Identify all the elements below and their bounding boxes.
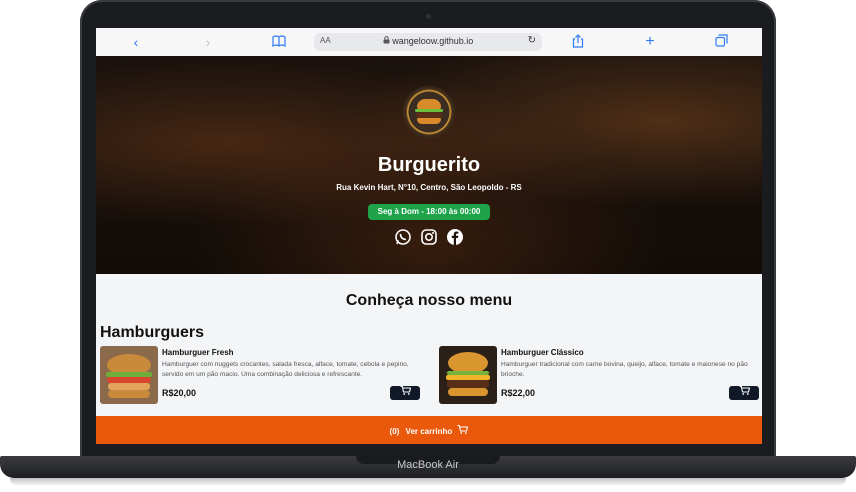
cart-icon xyxy=(739,385,750,395)
item-description: Hamburguer tradicional com carne bovina,… xyxy=(501,361,748,378)
item-name: Hamburguer Clássico xyxy=(501,348,584,357)
bookmarks-icon[interactable] xyxy=(271,34,287,50)
restaurant-name: Burguerito xyxy=(377,154,481,176)
restaurant-address: Rua Kevin Hart, N°10, Centro, São Leopol… xyxy=(336,183,522,192)
address-bar[interactable]: AA wangeloow.github.io ↻ xyxy=(314,33,542,51)
back-icon[interactable]: ‹ xyxy=(128,34,144,50)
category-title: Hamburguers xyxy=(100,324,205,341)
facebook-icon[interactable] xyxy=(446,228,464,246)
cart-icon xyxy=(457,424,469,434)
laptop-frame: ‹ › AA wangeloow.github.io ↻ + Burguerit… xyxy=(0,0,856,492)
camera xyxy=(426,14,431,19)
hamburguer-fresh-image xyxy=(100,346,158,404)
menu-heading: Conheça nosso menu xyxy=(345,292,513,309)
hero-banner: Burguerito Rua Kevin Hart, N°10, Centro,… xyxy=(96,56,762,274)
logo-bun xyxy=(417,99,441,109)
add-to-cart-button[interactable] xyxy=(390,385,420,400)
logo-bottom-bun xyxy=(417,118,441,124)
view-cart-button[interactable]: (0) Ver carrinho xyxy=(96,424,762,436)
reload-icon[interactable]: ↻ xyxy=(528,35,536,46)
add-to-cart-button[interactable] xyxy=(729,385,759,400)
url-label: wangeloow.github.io xyxy=(392,36,474,46)
laptop-shadow xyxy=(10,478,846,486)
item-name: Hamburguer Fresh xyxy=(162,348,234,357)
new-tab-icon[interactable]: + xyxy=(642,34,658,50)
instagram-icon[interactable] xyxy=(420,228,438,246)
item-price: R$20,00 xyxy=(162,388,197,398)
whatsapp-icon[interactable] xyxy=(394,228,412,246)
cart-count: (0) xyxy=(389,427,400,436)
view-cart-label: Ver carrinho xyxy=(405,427,453,436)
share-icon[interactable] xyxy=(570,34,586,50)
cart-icon xyxy=(400,385,411,395)
opening-hours-badge: Seg à Dom - 18:00 às 00:00 xyxy=(368,204,490,220)
item-description: Hamburguer com nuggets crocantes, salada… xyxy=(162,361,409,378)
forward-icon[interactable]: › xyxy=(200,34,216,50)
hamburguer-classico-image xyxy=(439,346,497,404)
device-label: MacBook Air xyxy=(397,459,459,471)
social-links xyxy=(394,228,466,246)
menu-item: Hamburguer Fresh Hamburguer com nuggets … xyxy=(100,346,422,404)
restaurant-logo xyxy=(403,86,455,138)
item-price: R$22,00 xyxy=(501,388,536,398)
screen: ‹ › AA wangeloow.github.io ↻ + Burguerit… xyxy=(96,28,762,444)
view-cart-bar[interactable]: (0) Ver carrinho xyxy=(96,416,762,444)
browser-toolbar: ‹ › AA wangeloow.github.io ↻ + xyxy=(96,28,762,57)
menu-item: Hamburguer Clássico Hamburguer tradicion… xyxy=(439,346,761,404)
url-text: wangeloow.github.io xyxy=(314,36,542,46)
lock-icon xyxy=(383,36,390,44)
tabs-icon[interactable] xyxy=(713,34,729,50)
